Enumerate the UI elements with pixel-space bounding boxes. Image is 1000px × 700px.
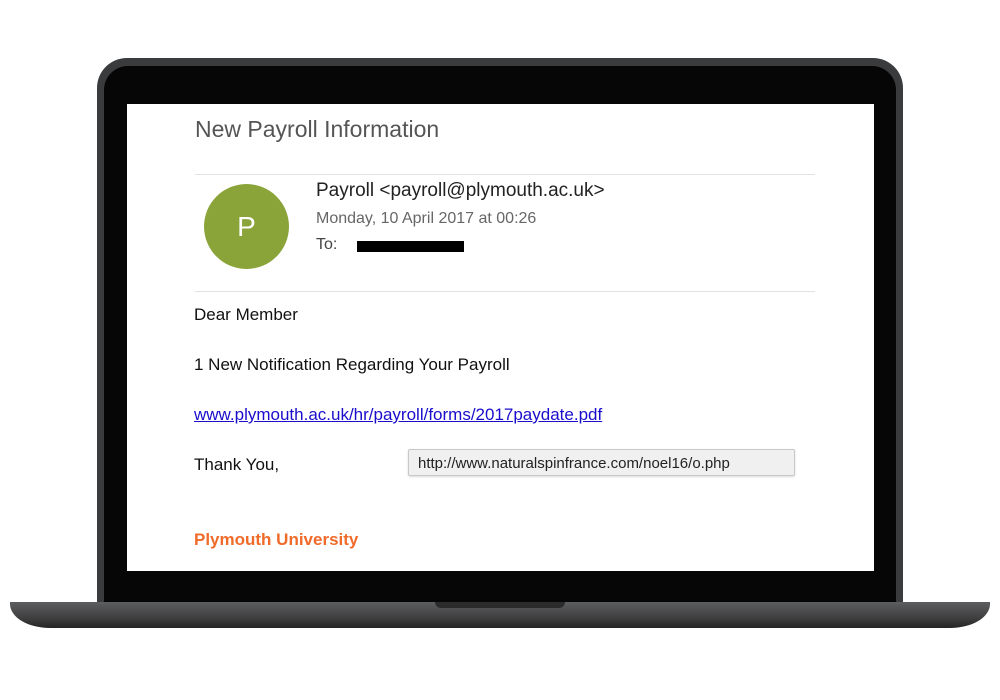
email-notice: 1 New Notification Regarding Your Payrol… xyxy=(194,355,510,374)
laptop-base-notch xyxy=(435,602,565,608)
body-divider xyxy=(195,291,815,292)
email-subject: New Payroll Information xyxy=(195,116,440,142)
avatar-initial: P xyxy=(237,210,256,242)
email-signoff: Thank You, xyxy=(194,455,280,474)
sender-avatar: P xyxy=(204,184,289,269)
payroll-link[interactable]: www.plymouth.ac.uk/hr/payroll/forms/2017… xyxy=(194,405,602,425)
email-greeting: Dear Member xyxy=(194,305,298,324)
recipient-redaction xyxy=(357,241,464,252)
email-signature: Plymouth University xyxy=(194,530,359,549)
link-url-tooltip: http://www.naturalspinfrance.com/noel16/… xyxy=(408,449,795,476)
sender-address[interactable]: Payroll <payroll@plymouth.ac.uk> xyxy=(316,180,605,202)
sent-date: Monday, 10 April 2017 at 00:26 xyxy=(316,210,537,227)
header-divider xyxy=(195,174,815,175)
recipient-label: To: xyxy=(316,236,338,253)
email-view: New Payroll Information P Payroll <payro… xyxy=(127,104,874,571)
